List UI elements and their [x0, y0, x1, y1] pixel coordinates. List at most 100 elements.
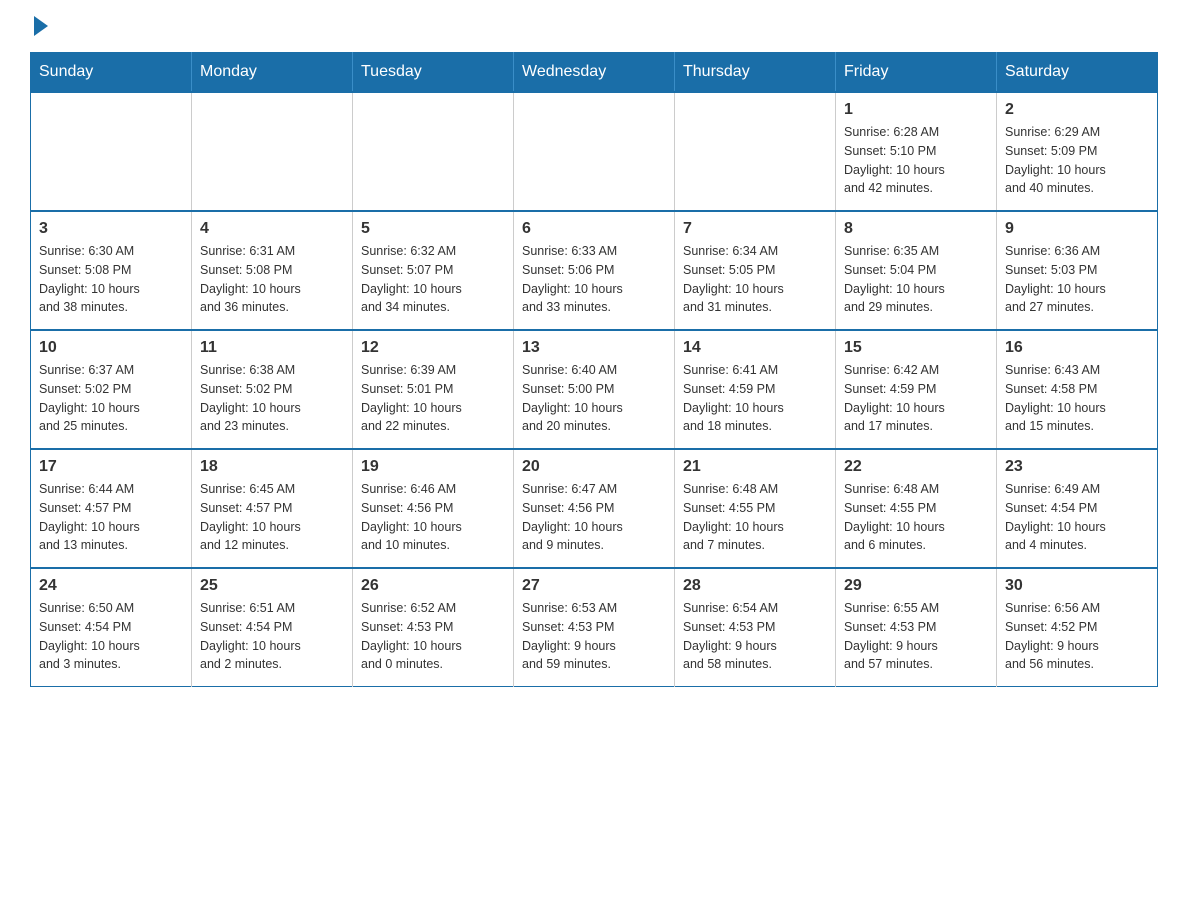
- calendar-week-row: 17Sunrise: 6:44 AM Sunset: 4:57 PM Dayli…: [31, 449, 1158, 568]
- calendar-cell: 1 Sunrise: 6:28 AM Sunset: 5:10 PM Daylig…: [836, 92, 997, 211]
- day-info: Sunrise: 6:53 AM Sunset: 4:53 PM Dayligh…: [522, 599, 666, 674]
- calendar-cell: 30 Sunrise: 6:56 AM Sunset: 4:52 PM Dayli…: [997, 568, 1158, 687]
- day-info: Sunrise: 6:38 AM Sunset: 5:02 PM Dayligh…: [200, 361, 344, 436]
- calendar-header-friday: Friday: [836, 53, 997, 93]
- day-info: Sunrise: 6:56 AM Sunset: 4:52 PM Dayligh…: [1005, 599, 1149, 674]
- day-number: 25: [200, 577, 344, 595]
- logo-triangle-icon: [34, 16, 48, 36]
- calendar-cell: 27 Sunrise: 6:53 AM Sunset: 4:53 PM Dayli…: [514, 568, 675, 687]
- calendar-header-thursday: Thursday: [675, 53, 836, 93]
- calendar-cell: 16 Sunrise: 6:43 AM Sunset: 4:58 PM Dayli…: [997, 330, 1158, 449]
- calendar-cell: 15 Sunrise: 6:42 AM Sunset: 4:59 PM Dayli…: [836, 330, 997, 449]
- calendar-cell: 7 Sunrise: 6:34 AM Sunset: 5:05 PM Daylig…: [675, 211, 836, 330]
- day-info: Sunrise: 6:36 AM Sunset: 5:03 PM Dayligh…: [1005, 242, 1149, 317]
- calendar-cell: 29 Sunrise: 6:55 AM Sunset: 4:53 PM Dayli…: [836, 568, 997, 687]
- day-info: Sunrise: 6:39 AM Sunset: 5:01 PM Dayligh…: [361, 361, 505, 436]
- calendar-cell: 19Sunrise: 6:46 AM Sunset: 4:56 PM Dayli…: [353, 449, 514, 568]
- calendar-cell: 24 Sunrise: 6:50 AM Sunset: 4:54 PM Dayli…: [31, 568, 192, 687]
- calendar-cell: 22Sunrise: 6:48 AM Sunset: 4:55 PM Dayli…: [836, 449, 997, 568]
- day-info: Sunrise: 6:31 AM Sunset: 5:08 PM Dayligh…: [200, 242, 344, 317]
- calendar-cell: 13 Sunrise: 6:40 AM Sunset: 5:00 PM Dayli…: [514, 330, 675, 449]
- calendar-cell: 3 Sunrise: 6:30 AM Sunset: 5:08 PM Daylig…: [31, 211, 192, 330]
- day-number: 14: [683, 339, 827, 357]
- day-info: Sunrise: 6:29 AM Sunset: 5:09 PM Dayligh…: [1005, 123, 1149, 198]
- day-number: 21: [683, 458, 827, 476]
- calendar-header-saturday: Saturday: [997, 53, 1158, 93]
- day-info: Sunrise: 6:30 AM Sunset: 5:08 PM Dayligh…: [39, 242, 183, 317]
- calendar-cell: 21 Sunrise: 6:48 AM Sunset: 4:55 PM Dayli…: [675, 449, 836, 568]
- day-info: Sunrise: 6:49 AM Sunset: 4:54 PM Dayligh…: [1005, 480, 1149, 555]
- day-info: Sunrise: 6:37 AM Sunset: 5:02 PM Dayligh…: [39, 361, 183, 436]
- calendar-header-wednesday: Wednesday: [514, 53, 675, 93]
- calendar-cell: [514, 92, 675, 211]
- calendar-cell: 2 Sunrise: 6:29 AM Sunset: 5:09 PM Daylig…: [997, 92, 1158, 211]
- day-info: Sunrise: 6:28 AM Sunset: 5:10 PM Dayligh…: [844, 123, 988, 198]
- day-number: 12: [361, 339, 505, 357]
- calendar-header-tuesday: Tuesday: [353, 53, 514, 93]
- day-info: Sunrise: 6:48 AM Sunset: 4:55 PM Dayligh…: [844, 480, 988, 555]
- day-number: 11: [200, 339, 344, 357]
- day-info: Sunrise: 6:32 AM Sunset: 5:07 PM Dayligh…: [361, 242, 505, 317]
- calendar-cell: 9 Sunrise: 6:36 AM Sunset: 5:03 PM Daylig…: [997, 211, 1158, 330]
- calendar-cell: [675, 92, 836, 211]
- day-number: 15: [844, 339, 988, 357]
- day-info: Sunrise: 6:55 AM Sunset: 4:53 PM Dayligh…: [844, 599, 988, 674]
- day-number: 23: [1005, 458, 1149, 476]
- day-info: Sunrise: 6:42 AM Sunset: 4:59 PM Dayligh…: [844, 361, 988, 436]
- calendar-cell: 23 Sunrise: 6:49 AM Sunset: 4:54 PM Dayli…: [997, 449, 1158, 568]
- day-info: Sunrise: 6:54 AM Sunset: 4:53 PM Dayligh…: [683, 599, 827, 674]
- day-number: 16: [1005, 339, 1149, 357]
- calendar-cell: 20 Sunrise: 6:47 AM Sunset: 4:56 PM Dayli…: [514, 449, 675, 568]
- day-info: Sunrise: 6:50 AM Sunset: 4:54 PM Dayligh…: [39, 599, 183, 674]
- calendar-cell: 8 Sunrise: 6:35 AM Sunset: 5:04 PM Daylig…: [836, 211, 997, 330]
- day-info: Sunrise: 6:34 AM Sunset: 5:05 PM Dayligh…: [683, 242, 827, 317]
- calendar-cell: 11 Sunrise: 6:38 AM Sunset: 5:02 PM Dayli…: [192, 330, 353, 449]
- day-info: Sunrise: 6:35 AM Sunset: 5:04 PM Dayligh…: [844, 242, 988, 317]
- calendar-table: SundayMondayTuesdayWednesdayThursdayFrid…: [30, 52, 1158, 687]
- day-number: 18: [200, 458, 344, 476]
- calendar-week-row: 1 Sunrise: 6:28 AM Sunset: 5:10 PM Daylig…: [31, 92, 1158, 211]
- day-info: Sunrise: 6:48 AM Sunset: 4:55 PM Dayligh…: [683, 480, 827, 555]
- day-info: Sunrise: 6:51 AM Sunset: 4:54 PM Dayligh…: [200, 599, 344, 674]
- calendar-cell: [192, 92, 353, 211]
- calendar-cell: 28Sunrise: 6:54 AM Sunset: 4:53 PM Dayli…: [675, 568, 836, 687]
- day-number: 3: [39, 220, 183, 238]
- day-number: 27: [522, 577, 666, 595]
- day-number: 13: [522, 339, 666, 357]
- day-number: 4: [200, 220, 344, 238]
- day-info: Sunrise: 6:43 AM Sunset: 4:58 PM Dayligh…: [1005, 361, 1149, 436]
- calendar-week-row: 24 Sunrise: 6:50 AM Sunset: 4:54 PM Dayli…: [31, 568, 1158, 687]
- day-number: 29: [844, 577, 988, 595]
- day-number: 30: [1005, 577, 1149, 595]
- logo: [30, 20, 48, 32]
- calendar-cell: 5 Sunrise: 6:32 AM Sunset: 5:07 PM Daylig…: [353, 211, 514, 330]
- day-number: 6: [522, 220, 666, 238]
- day-info: Sunrise: 6:41 AM Sunset: 4:59 PM Dayligh…: [683, 361, 827, 436]
- day-info: Sunrise: 6:33 AM Sunset: 5:06 PM Dayligh…: [522, 242, 666, 317]
- day-number: 5: [361, 220, 505, 238]
- day-info: Sunrise: 6:52 AM Sunset: 4:53 PM Dayligh…: [361, 599, 505, 674]
- day-info: Sunrise: 6:47 AM Sunset: 4:56 PM Dayligh…: [522, 480, 666, 555]
- day-number: 1: [844, 101, 988, 119]
- day-number: 9: [1005, 220, 1149, 238]
- day-info: Sunrise: 6:40 AM Sunset: 5:00 PM Dayligh…: [522, 361, 666, 436]
- day-number: 2: [1005, 101, 1149, 119]
- calendar-week-row: 3 Sunrise: 6:30 AM Sunset: 5:08 PM Daylig…: [31, 211, 1158, 330]
- calendar-cell: [353, 92, 514, 211]
- day-number: 20: [522, 458, 666, 476]
- day-number: 17: [39, 458, 183, 476]
- calendar-cell: 17Sunrise: 6:44 AM Sunset: 4:57 PM Dayli…: [31, 449, 192, 568]
- day-number: 8: [844, 220, 988, 238]
- calendar-cell: 6 Sunrise: 6:33 AM Sunset: 5:06 PM Daylig…: [514, 211, 675, 330]
- page-header: [30, 20, 1158, 32]
- day-number: 10: [39, 339, 183, 357]
- day-number: 26: [361, 577, 505, 595]
- calendar-cell: [31, 92, 192, 211]
- day-info: Sunrise: 6:45 AM Sunset: 4:57 PM Dayligh…: [200, 480, 344, 555]
- day-number: 24: [39, 577, 183, 595]
- calendar-header-monday: Monday: [192, 53, 353, 93]
- calendar-cell: 4 Sunrise: 6:31 AM Sunset: 5:08 PM Daylig…: [192, 211, 353, 330]
- calendar-cell: 26 Sunrise: 6:52 AM Sunset: 4:53 PM Dayli…: [353, 568, 514, 687]
- day-number: 7: [683, 220, 827, 238]
- calendar-header-sunday: Sunday: [31, 53, 192, 93]
